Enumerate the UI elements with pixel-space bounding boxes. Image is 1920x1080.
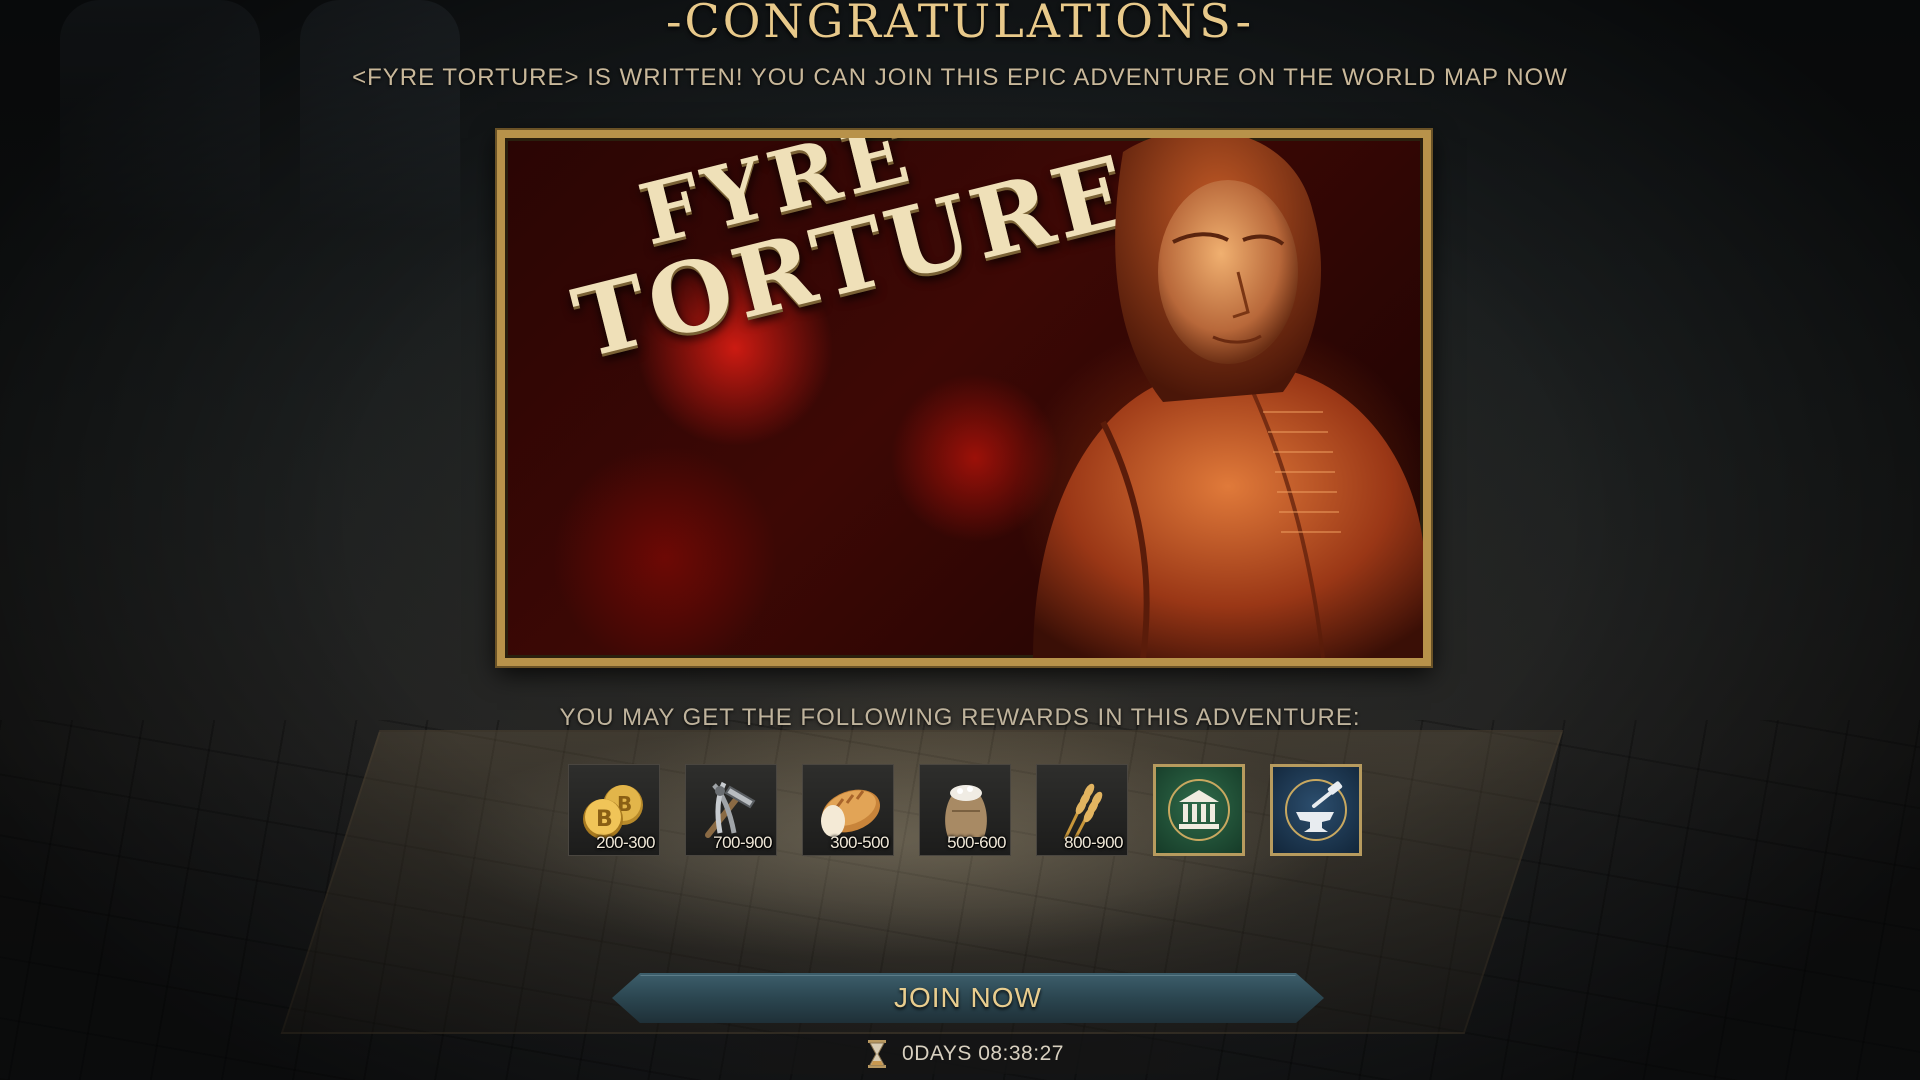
reward-bank[interactable] — [1153, 764, 1245, 856]
reward-bread[interactable]: 300-500 — [802, 764, 894, 856]
adventure-timer: 0DAYS 08:38:27 — [712, 1034, 1218, 1074]
reward-smithing[interactable] — [1270, 764, 1362, 856]
reward-amount: 300-500 — [830, 833, 889, 852]
reward-flour[interactable]: 500-600 — [919, 764, 1011, 856]
hero-portrait — [1033, 138, 1423, 658]
page-title: -CONGRATULATIONS- — [665, 0, 1255, 48]
page-subtitle: <FYRE TORTURE> IS WRITTEN! YOU CAN JOIN … — [352, 64, 1568, 91]
svg-text:B: B — [596, 807, 613, 832]
adventure-congrats-screen: -CONGRATULATIONS- <FYRE TORTURE> IS WRIT… — [0, 0, 1920, 1080]
bank-building-icon — [1168, 779, 1230, 841]
anvil-hammer-icon — [1285, 779, 1347, 841]
rewards-label: YOU MAY GET THE FOLLOWING REWARDS IN THI… — [559, 704, 1361, 731]
reward-amount: 500-600 — [947, 833, 1006, 852]
reward-amount: 700-900 — [713, 833, 772, 852]
reward-gold-coins[interactable]: B B 200-300 — [568, 764, 660, 856]
adventure-banner: FYRE TORTURE — [495, 128, 1433, 668]
reward-amount: 200-300 — [596, 833, 655, 852]
reward-amount: 800-900 — [1064, 833, 1123, 852]
reward-tools[interactable]: 700-900 — [685, 764, 777, 856]
timer-text: 0DAYS 08:38:27 — [902, 1042, 1064, 1065]
join-now-button[interactable]: JOIN NOW — [612, 973, 1324, 1023]
join-now-label: JOIN NOW — [894, 982, 1042, 1013]
rewards-list: B B 200-300 700-900 300-500 500-600 800-… — [568, 764, 1362, 856]
reward-wheat[interactable]: 800-900 — [1036, 764, 1128, 856]
hourglass-icon — [868, 1040, 887, 1068]
